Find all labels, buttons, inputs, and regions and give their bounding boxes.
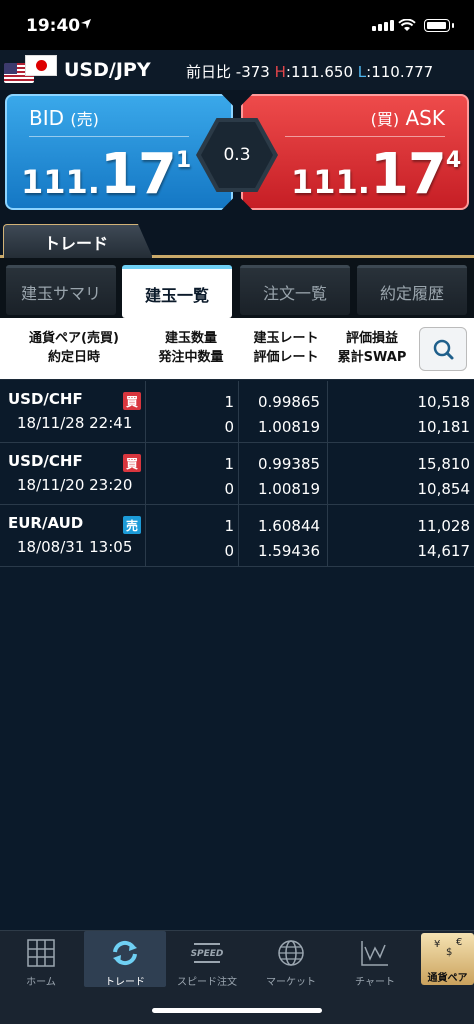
- row-symbol: USD/CHF: [8, 452, 83, 470]
- row-datetime: 18/08/31 13:05: [17, 538, 133, 556]
- currency-pair[interactable]: USD/JPY: [64, 59, 151, 81]
- row-side-badge: 買: [123, 454, 141, 472]
- row-eval-rate: 1.59436: [258, 542, 321, 560]
- tab-execution-history[interactable]: 約定履歴: [357, 265, 467, 315]
- sub-tab-bar: 建玉サマリ 建玉一覧 注文一覧 約定履歴: [0, 258, 474, 318]
- chart-icon: [361, 941, 388, 966]
- row-open-rate: 0.99385: [258, 455, 321, 473]
- row-quantity: 1: [224, 517, 234, 535]
- row-pending: 0: [224, 480, 234, 498]
- tab-order-list[interactable]: 注文一覧: [240, 265, 350, 315]
- table-row[interactable]: USD/CHF 買 18/11/20 23:20 1 0 0.99385 1.0…: [0, 443, 474, 505]
- table-header: 通貨ペア(売買) 約定日時 建玉数量 発注中数量 建玉レート 評価レート 評価損益 累計…: [0, 318, 474, 380]
- row-swap: 14,617: [417, 542, 471, 560]
- battery-icon: [424, 19, 454, 32]
- home-indicator: [152, 1008, 322, 1013]
- change-label: 前日比: [186, 63, 232, 81]
- row-quantity: 1: [224, 455, 234, 473]
- tab-position-list[interactable]: 建玉一覧: [122, 265, 232, 318]
- status-bar: 19:40: [0, 0, 474, 50]
- low-value: :110.777: [366, 63, 434, 81]
- row-quantity: 1: [224, 393, 234, 411]
- row-swap: 10,854: [417, 480, 471, 498]
- nav-speed-order[interactable]: SPEED スピード注文: [166, 931, 248, 989]
- nav-trade[interactable]: トレード: [84, 931, 166, 988]
- search-button[interactable]: [419, 327, 467, 371]
- row-open-rate: 0.99865: [258, 393, 321, 411]
- search-icon: [433, 339, 454, 360]
- row-pending: 0: [224, 542, 234, 560]
- row-datetime: 18/11/28 22:41: [17, 414, 133, 432]
- trade-tab-bar: トレード: [0, 220, 474, 258]
- nav-home[interactable]: ホーム: [0, 931, 82, 989]
- table-row[interactable]: USD/CHF 買 18/11/28 22:41 1 0 0.99865 1.0…: [0, 381, 474, 443]
- row-eval-rate: 1.00819: [258, 418, 321, 436]
- speed-icon: SPEED: [191, 943, 224, 963]
- nav-chart[interactable]: チャート: [334, 931, 416, 989]
- header-profit: 評価損益 累計SWAP: [337, 331, 407, 365]
- grid-icon: [27, 939, 55, 967]
- tab-position-summary[interactable]: 建玉サマリ: [6, 265, 116, 315]
- ask-label: (買) ASK: [370, 106, 445, 130]
- svg-text:€: €: [456, 937, 462, 948]
- row-open-rate: 1.60844: [258, 517, 321, 535]
- row-profit: 15,810: [417, 455, 471, 473]
- row-profit: 11,028: [417, 517, 471, 535]
- globe-icon: [278, 940, 304, 966]
- price-panel: BID (売) 111.171 (買) ASK 111.174 0.3: [0, 90, 474, 220]
- status-time: 19:40: [26, 16, 81, 36]
- spread-value: 0.3: [223, 145, 251, 165]
- high-value: :111.650: [285, 63, 353, 81]
- header-pair: 通貨ペア(売買) 約定日時: [29, 331, 119, 365]
- row-swap: 10,181: [417, 418, 471, 436]
- row-datetime: 18/11/20 23:20: [17, 476, 133, 494]
- quote-header[interactable]: USD/JPY 前日比 -373 H:111.650 L:110.777: [0, 50, 474, 90]
- row-side-badge: 買: [123, 392, 141, 410]
- japan-flag-icon: [25, 55, 57, 76]
- header-quantity: 建玉数量 発注中数量: [158, 331, 224, 365]
- svg-text:$: $: [446, 947, 452, 958]
- wifi-icon: [398, 19, 416, 31]
- bid-price: 111.171: [21, 142, 192, 207]
- ask-price: 111.174: [291, 142, 462, 207]
- nav-currency-pair[interactable]: ¥ $ € 通貨ペア: [421, 933, 474, 985]
- row-symbol: EUR/AUD: [8, 514, 84, 532]
- nav-market[interactable]: マーケット: [250, 931, 332, 989]
- row-eval-rate: 1.00819: [258, 480, 321, 498]
- tab-trade[interactable]: トレード: [3, 224, 153, 258]
- svg-text:¥: ¥: [434, 939, 440, 950]
- bid-label: BID (売): [29, 106, 99, 130]
- change-value: -373: [235, 63, 270, 81]
- currency-icon: ¥ $ €: [434, 937, 462, 958]
- row-profit: 10,518: [417, 393, 471, 411]
- quote-info: 前日比 -373 H:111.650 L:110.777: [186, 61, 433, 82]
- row-side-badge: 売: [123, 516, 141, 534]
- location-arrow-icon: [81, 19, 91, 29]
- high-label: H: [274, 63, 286, 81]
- refresh-icon: [113, 940, 137, 966]
- row-pending: 0: [224, 418, 234, 436]
- row-symbol: USD/CHF: [8, 390, 83, 408]
- svg-text:SPEED: SPEED: [191, 949, 224, 959]
- table-row[interactable]: EUR/AUD 売 18/08/31 13:05 1 0 1.60844 1.5…: [0, 505, 474, 567]
- low-label: L: [357, 63, 367, 81]
- cellular-signal-icon: [372, 20, 394, 31]
- header-rate: 建玉レート 評価レート: [253, 331, 319, 365]
